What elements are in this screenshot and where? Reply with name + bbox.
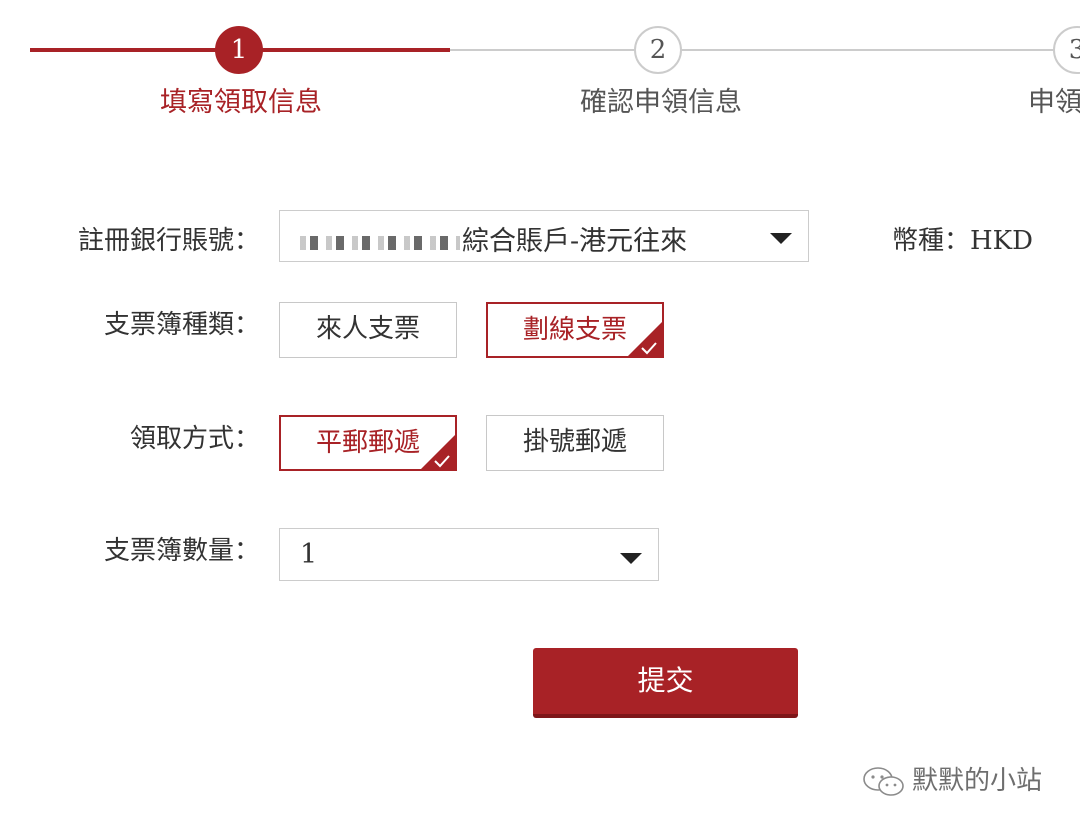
checkmark-icon <box>434 455 450 468</box>
option-ordinary-mail-label: 平郵郵遞 <box>315 428 420 458</box>
account-type-text: 綜合賬戶-港元往來 <box>462 226 688 257</box>
quantity-select[interactable]: 1 <box>279 528 659 581</box>
option-crossed-cheque[interactable]: 劃線支票 <box>486 302 664 358</box>
account-select[interactable]: 綜合賬戶-港元往來 <box>279 210 809 262</box>
account-value: 綜合賬戶-港元往來 <box>300 219 687 258</box>
step-line-pending <box>450 49 1080 51</box>
step-2-label: 確認申領信息 <box>580 87 742 118</box>
step-3-circle: 3 <box>1053 26 1080 74</box>
option-crossed-cheque-label: 劃線支票 <box>522 315 627 345</box>
currency-label: 幣種：HKD <box>892 226 1033 256</box>
option-bearer-cheque[interactable]: 來人支票 <box>279 302 457 358</box>
wechat-icon <box>863 767 904 796</box>
option-registered-mail[interactable]: 掛號郵遞 <box>486 415 664 471</box>
page: 1 填寫領取信息 2 確認申領信息 3 申領成功 註冊銀行賬號： 綜合賬戶-港元… <box>0 0 1080 829</box>
account-label: 註冊銀行賬號： <box>77 226 260 256</box>
option-ordinary-mail[interactable]: 平郵郵遞 <box>279 415 457 471</box>
step-1-circle: 1 <box>215 26 263 74</box>
watermark: 默默的小站 <box>862 760 1042 799</box>
step-1-label: 填寫領取信息 <box>160 87 322 118</box>
step-2-circle: 2 <box>634 26 682 74</box>
checkmark-icon <box>641 342 657 355</box>
step-3-label: 申領成功 <box>1028 87 1080 118</box>
delivery-label: 領取方式： <box>129 424 260 454</box>
watermark-text: 默默的小站 <box>912 766 1043 796</box>
quantity-label: 支票簿數量： <box>103 536 260 566</box>
cheque-type-label: 支票簿種類： <box>103 310 260 340</box>
chevron-down-icon <box>620 553 642 564</box>
masked-account-number <box>300 235 460 250</box>
chevron-down-icon <box>770 233 792 244</box>
submit-button[interactable]: 提交 <box>533 648 798 718</box>
option-bearer-cheque-label: 來人支票 <box>315 314 420 344</box>
quantity-value: 1 <box>300 539 318 570</box>
option-registered-mail-label: 掛號郵遞 <box>522 427 627 457</box>
